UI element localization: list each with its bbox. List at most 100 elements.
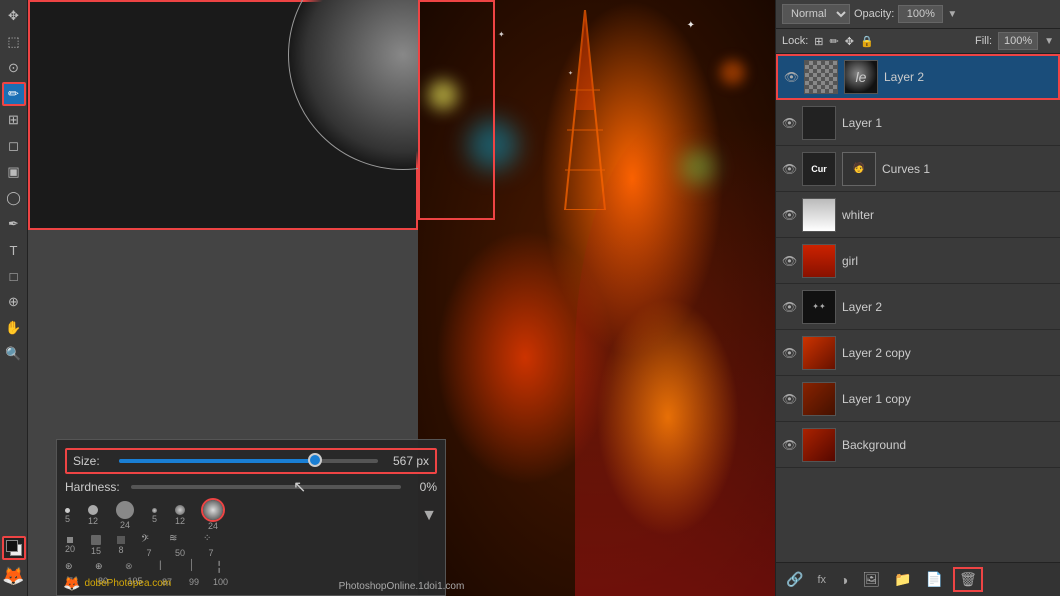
blend-mode-select[interactable]: Normal Multiply Screen <box>782 4 850 24</box>
lock-checker-icon[interactable]: ⊞ <box>814 35 823 48</box>
tool-pen[interactable]: ✒ <box>2 212 26 236</box>
layer-thumb-background <box>802 428 836 462</box>
layer-group-btn[interactable]: 📁 <box>890 569 915 590</box>
layer-item-background[interactable]: 👁 Background <box>776 422 1060 468</box>
layer-link-btn[interactable]: 🔗 <box>782 569 807 590</box>
tool-brush[interactable]: ✏ <box>2 82 26 106</box>
brush-item-sq-15[interactable]: 15 <box>91 535 101 556</box>
layer1-visibility-icon[interactable]: 👁 <box>782 116 796 130</box>
layer-mask-curves1: 🧑 <box>842 152 876 186</box>
layer2c-visibility-icon[interactable]: 👁 <box>782 346 796 360</box>
tool-marquee[interactable]: ⬚ <box>2 30 26 54</box>
hardness-value: 0% <box>407 480 437 494</box>
layer-item-layer2-second[interactable]: 👁 ✦✦ Layer 2 <box>776 284 1060 330</box>
brush-panel: Size: 567 px Hardness: ↖ 0% <box>56 439 446 596</box>
watermark-left: 🦊 dobePhotopea.com <box>63 575 171 592</box>
tool-lasso[interactable]: ⊙ <box>2 56 26 80</box>
layer-name-layer2-top: Layer 2 <box>884 70 1052 84</box>
canvas-red-border-top <box>418 0 495 220</box>
brush-item-sq-20[interactable]: 20 <box>65 537 75 554</box>
tool-shape[interactable]: □ <box>2 264 26 288</box>
brush-item-soft-5[interactable]: 5 <box>152 508 157 524</box>
tool-text[interactable]: T <box>2 238 26 262</box>
tool-zoom[interactable]: 🔍 <box>2 342 26 366</box>
hardness-slider[interactable]: ↖ <box>131 485 401 489</box>
layers-bottom-bar: 🔗 fx ◑ 🖼 📁 📄 🗑 <box>776 562 1060 596</box>
brush-item-100[interactable]: ╎ 100 <box>213 560 228 587</box>
size-slider-fill <box>119 459 313 463</box>
cursor-arrow-icon: ↖ <box>293 477 306 497</box>
layer-thumb-layer1 <box>802 106 836 140</box>
layer-adjust-btn[interactable]: 🖼 <box>858 569 884 590</box>
layer1c-visibility-icon[interactable]: 👁 <box>782 392 796 406</box>
layer-fx-btn[interactable]: fx <box>813 572 830 588</box>
layer-delete-btn[interactable]: 🗑 <box>953 567 983 592</box>
brush-row-2: 20 15 8 𝄢 7 <box>65 533 437 558</box>
blend-bar: Normal Multiply Screen Opacity: ▼ <box>776 0 1060 29</box>
layer-item-layer2-top[interactable]: 👁 le Layer 2 <box>776 54 1060 100</box>
fill-dropdown-icon[interactable]: ▼ <box>1044 36 1054 47</box>
brush-item-12[interactable]: 12 <box>88 505 98 526</box>
layer-thumb-layer1-copy <box>802 382 836 416</box>
brush-item-grass-7[interactable]: 𝄢 7 <box>141 533 157 558</box>
tool-move[interactable]: ✥ <box>2 4 26 28</box>
layer-visibility-icon[interactable]: 👁 <box>784 70 798 84</box>
size-slider-thumb[interactable] <box>308 453 322 467</box>
tool-fg-bg[interactable] <box>2 536 26 560</box>
lock-move-icon[interactable]: ✥ <box>845 35 854 48</box>
right-panel: Normal Multiply Screen Opacity: ▼ Lock: … <box>775 0 1060 596</box>
layer-name-girl: girl <box>842 254 1054 268</box>
canvas-area[interactable]: ✦ ✦ ✦ Size: 567 px Hardness: ↖ <box>28 0 775 596</box>
watermark-center: PhotoshopOnline.1doi1.com <box>339 581 465 592</box>
layer-item-whiter[interactable]: 👁 whiter <box>776 192 1060 238</box>
tool-gradient[interactable]: ▣ <box>2 160 26 184</box>
layer-item-layer1[interactable]: 👁 Layer 1 <box>776 100 1060 146</box>
lock-brush-icon[interactable]: ✏ <box>830 35 839 48</box>
tool-clone[interactable]: ⊞ <box>2 108 26 132</box>
tool-eraser[interactable]: ◻ <box>2 134 26 158</box>
brush-item-5[interactable]: 5 <box>65 508 70 524</box>
opacity-input[interactable] <box>898 5 943 23</box>
layer-item-layer2-copy[interactable]: 👁 Layer 2 copy <box>776 330 1060 376</box>
brush-item-soft-12[interactable]: 12 <box>175 505 185 526</box>
size-row: Size: 567 px <box>65 448 437 474</box>
tool-hand[interactable]: ✋ <box>2 316 26 340</box>
brush-item-99[interactable]: │ 99 <box>189 560 199 587</box>
layer-name-layer1-copy: Layer 1 copy <box>842 392 1054 406</box>
layer-item-layer1-copy[interactable]: 👁 Layer 1 copy <box>776 376 1060 422</box>
layer-thumb-whiter <box>802 198 836 232</box>
size-slider[interactable] <box>119 459 378 463</box>
layer-mask-btn[interactable]: ◑ <box>836 570 852 590</box>
layer-item-curves1[interactable]: 👁 Cur 🧑 Curves 1 <box>776 146 1060 192</box>
tool-dodge[interactable]: ◯ <box>2 186 26 210</box>
brush-item-24[interactable]: 24 <box>116 501 134 530</box>
tool-logo: 🦊 <box>2 564 26 588</box>
layer-item-girl[interactable]: 👁 girl <box>776 238 1060 284</box>
brush-dropdown-icon[interactable]: ▼ <box>421 507 437 525</box>
layers-list: 👁 le Layer 2 👁 Layer 1 👁 Cur 🧑 Curves 1 <box>776 54 1060 562</box>
bg-visibility-icon[interactable]: 👁 <box>782 438 796 452</box>
size-value: 567 px <box>384 454 429 468</box>
curves1-visibility-icon[interactable]: 👁 <box>782 162 796 176</box>
brush-item-soft-24[interactable]: 24 <box>203 500 223 531</box>
layer-name-background: Background <box>842 438 1054 452</box>
layer-thumb-layer2-copy <box>802 336 836 370</box>
layer-thumb-curves1: Cur <box>802 152 836 186</box>
layer-name-layer2-second: Layer 2 <box>842 300 1054 314</box>
brush-presets: 5 12 24 5 <box>65 500 437 587</box>
lock-all-icon[interactable]: 🔒 <box>860 35 874 48</box>
girl-visibility-icon[interactable]: 👁 <box>782 254 796 268</box>
fill-input[interactable] <box>998 32 1038 50</box>
lock-label: Lock: <box>782 35 808 47</box>
brush-item-sq-8[interactable]: 8 <box>117 536 125 555</box>
layer2s-visibility-icon[interactable]: 👁 <box>782 300 796 314</box>
whiter-visibility-icon[interactable]: 👁 <box>782 208 796 222</box>
brush-item-grass-50[interactable]: ≋ 50 <box>169 533 191 558</box>
layer-new-btn[interactable]: 📄 <box>922 569 947 590</box>
tool-eyedropper[interactable]: ⊕ <box>2 290 26 314</box>
layer-name-layer2-copy: Layer 2 copy <box>842 346 1054 360</box>
brush-item-dots-7[interactable]: ⁘ 7 <box>203 533 219 558</box>
opacity-dropdown-icon[interactable]: ▼ <box>947 9 957 20</box>
main-area: ✦ ✦ ✦ Size: 567 px Hardness: ↖ <box>28 0 775 596</box>
brush-row-1: 5 12 24 5 <box>65 500 437 531</box>
